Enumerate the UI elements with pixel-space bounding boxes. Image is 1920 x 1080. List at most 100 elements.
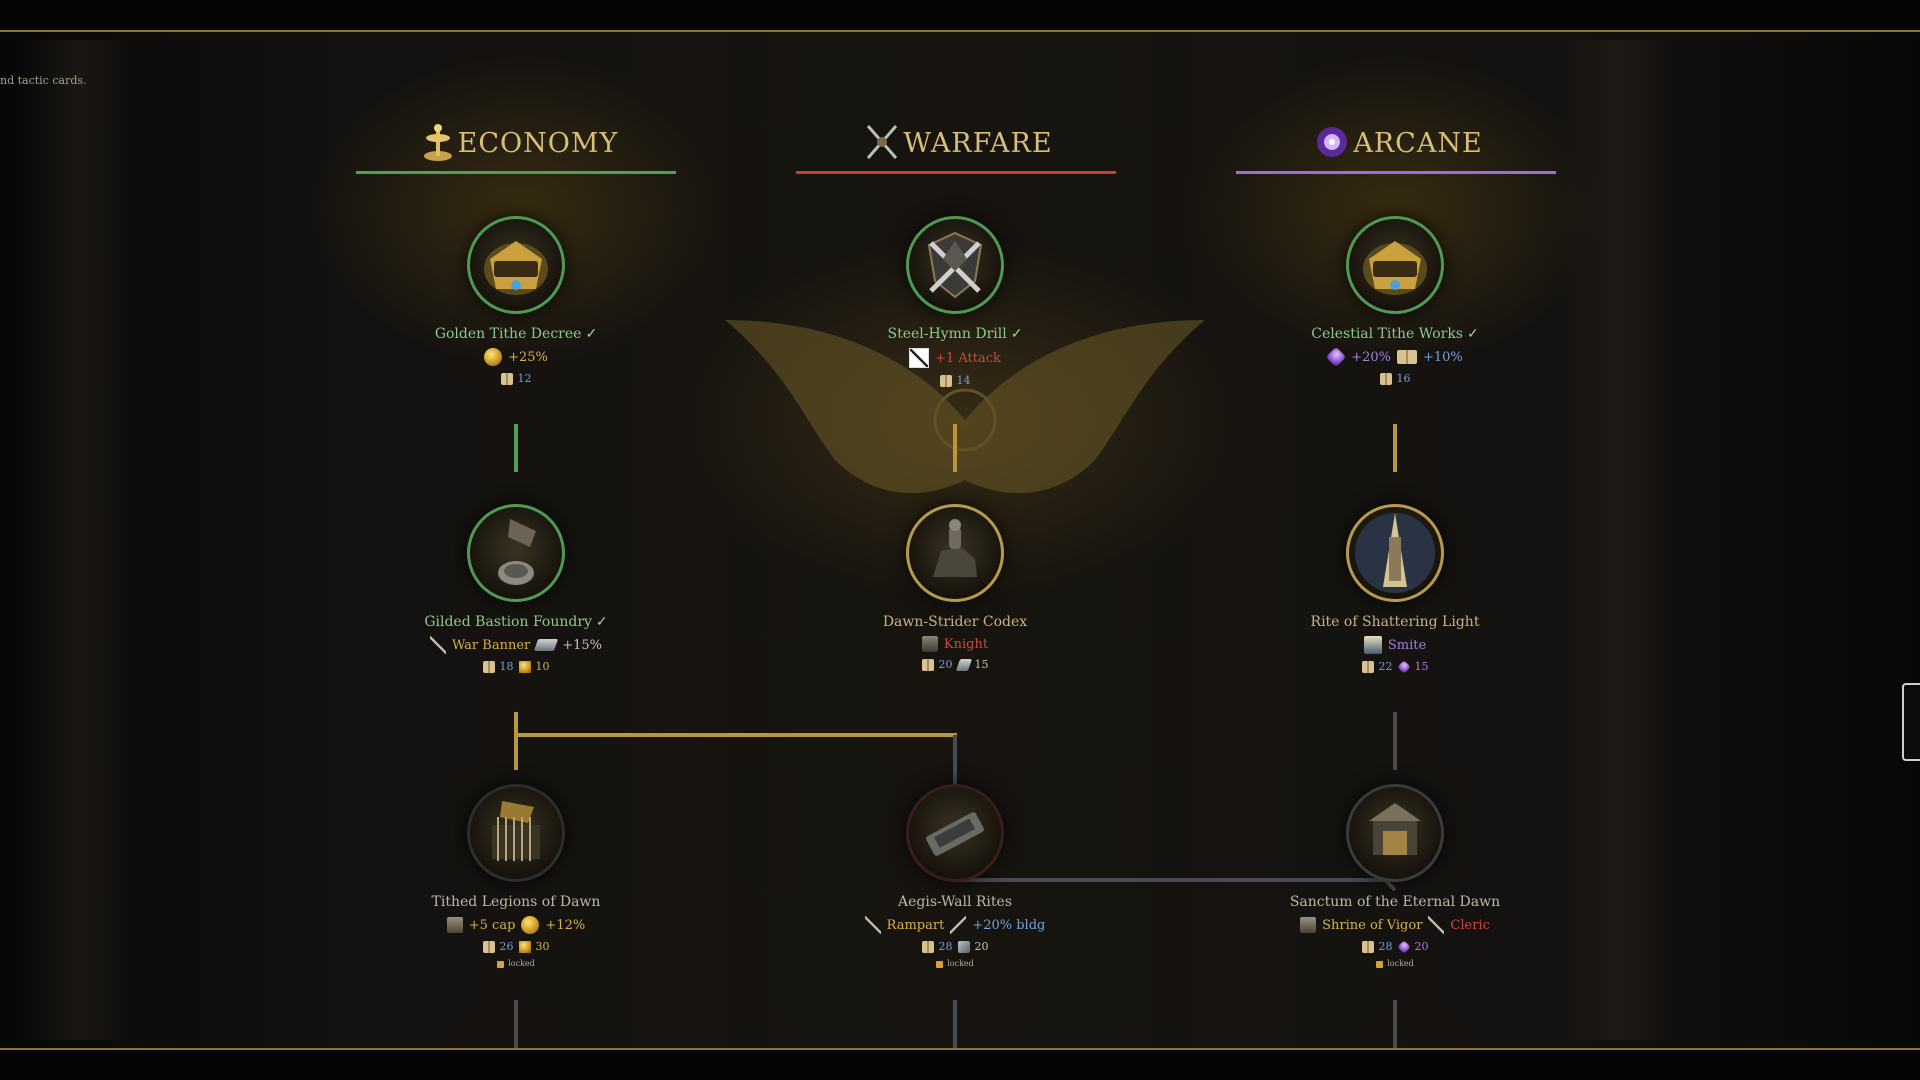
tech-effects: +25% (336, 348, 696, 366)
book-icon (482, 660, 495, 673)
gold-coin-icon (484, 348, 503, 366)
tech-cost: 16 (1215, 372, 1575, 385)
padlock-icon (1376, 960, 1384, 968)
effect-text: +25% (508, 349, 548, 365)
tech-medallion[interactable] (1346, 784, 1444, 882)
tech-name: Rite of Shattering Light (1310, 614, 1480, 630)
tech-node-sanctum-of-the-eternal-dawn[interactable]: Sanctum of the Eternal Dawn Shrine of Vi… (1215, 784, 1575, 968)
cost-value: 28 (938, 940, 953, 953)
padlock-icon (936, 960, 944, 968)
column-title: ECONOMY (457, 128, 619, 159)
book-icon (921, 940, 934, 953)
tech-effects: War Banner +15% (336, 636, 696, 654)
pillar-left (20, 40, 140, 1040)
game-logo-icon (484, 241, 548, 295)
cost-value: 20 (1414, 940, 1429, 953)
cleric-icon (1428, 916, 1445, 934)
effect-text: +1 Attack (935, 350, 1001, 366)
cost-value: 26 (499, 940, 514, 953)
effect-text: Rampart (886, 917, 945, 933)
tech-name: Golden Tithe Decree (434, 326, 582, 342)
mana-gem-icon (1396, 659, 1411, 674)
cost-value: 10 (535, 660, 550, 673)
tech-node-golden-tithe-decree[interactable]: Golden Tithe Decree ✓ +25% 12 (336, 216, 696, 385)
tech-effects: Rampart +20% bldg (775, 916, 1135, 934)
tech-cost: 12 (336, 372, 696, 385)
column-header-warfare[interactable]: WARFARE (796, 118, 1116, 174)
effect-text: Smite (1387, 637, 1427, 653)
foundry-icon (498, 519, 536, 585)
tech-node-rite-of-shattering-light[interactable]: Rite of Shattering Light Smite 22 15 (1215, 504, 1575, 674)
tech-cost: 26 30 (336, 940, 696, 953)
smite-icon (1363, 636, 1382, 654)
knight-icon (921, 636, 938, 652)
locked-label: locked (1387, 959, 1414, 968)
sanctum-shrine-icon (1369, 803, 1421, 855)
book-icon (921, 658, 934, 671)
column-underline (796, 171, 1116, 174)
shield-swords-icon (927, 231, 983, 299)
cost-value: 15 (1414, 660, 1429, 673)
tech-medallion[interactable] (1346, 216, 1444, 314)
effect-text: +20% (1351, 349, 1391, 365)
intro-text-fragment: nd tactic cards. (0, 74, 87, 87)
effect-text: War Banner (451, 637, 531, 653)
book-icon (1397, 350, 1417, 364)
cost-value: 22 (1378, 660, 1393, 673)
cost-value: 12 (517, 372, 532, 385)
column-header-economy[interactable]: ECONOMY (356, 118, 676, 174)
cost-value: 14 (956, 374, 971, 387)
researched-check-icon: ✓ (585, 326, 598, 342)
gold-coin-icon (518, 660, 531, 673)
tech-medallion[interactable] (1346, 504, 1444, 602)
tech-effects: Smite (1215, 636, 1575, 654)
tech-node-tithed-legions-of-dawn[interactable]: Tithed Legions of Dawn +5 cap +12% 26 30… (336, 784, 696, 968)
column-title: WARFARE (903, 128, 1053, 159)
tech-effects: +5 cap +12% (336, 916, 696, 934)
tech-medallion[interactable] (467, 216, 565, 314)
locked-status: locked (775, 959, 1135, 968)
tech-node-celestial-tithe-works[interactable]: Celestial Tithe Works ✓ +20% +10% 16 (1215, 216, 1575, 385)
cost-value: 18 (499, 660, 514, 673)
effect-text: +10% (1423, 349, 1463, 365)
book-icon (939, 374, 952, 387)
effect-text: +12% (545, 917, 586, 933)
column-header-arcane[interactable]: ARCANE (1236, 118, 1556, 174)
rampart-icon (864, 916, 881, 934)
tech-medallion[interactable] (906, 216, 1004, 314)
legion-banner-icon (492, 801, 540, 861)
tech-medallion[interactable] (906, 784, 1004, 882)
effect-text: Shrine of Vigor (1322, 917, 1423, 933)
tech-name: Tithed Legions of Dawn (431, 894, 601, 910)
tech-medallion[interactable] (906, 504, 1004, 602)
tech-effects: +1 Attack (775, 348, 1135, 368)
locked-label: locked (947, 959, 974, 968)
side-panel-tab[interactable] (1902, 683, 1920, 761)
researched-check-icon: ✓ (595, 614, 608, 630)
gold-coin-icon (521, 916, 540, 934)
mana-gem-icon (1396, 939, 1411, 954)
attack-icon (909, 348, 930, 368)
iron-ingot-icon (534, 639, 559, 651)
column-title: ARCANE (1353, 128, 1483, 159)
tech-node-gilded-bastion-foundry[interactable]: Gilded Bastion Foundry ✓ War Banner +15% … (336, 504, 696, 673)
tech-medallion[interactable] (467, 504, 565, 602)
tech-name: Sanctum of the Eternal Dawn (1289, 894, 1501, 910)
tech-medallion[interactable] (467, 784, 565, 882)
effect-text: +15% (562, 637, 603, 653)
effect-text: Cleric (1450, 917, 1490, 933)
stone-icon (957, 940, 970, 953)
effect-text: Knight (943, 636, 989, 652)
cost-value: 28 (1378, 940, 1393, 953)
tech-cost: 28 20 (1215, 939, 1575, 954)
column-underline (1236, 171, 1556, 174)
tech-node-aegis-wall-rites[interactable]: Aegis-Wall Rites Rampart +20% bldg 28 20… (775, 784, 1135, 968)
researched-check-icon: ✓ (1467, 326, 1479, 342)
tech-node-dawn-strider-codex[interactable]: Dawn-Strider Codex Knight 20 15 (775, 504, 1135, 671)
tech-name: Gilded Bastion Foundry (424, 614, 592, 630)
light-pillar-icon (1355, 513, 1435, 593)
tech-node-steel-hymn-drill[interactable]: Steel-Hymn Drill ✓ +1 Attack 14 (775, 216, 1135, 387)
book-icon (1379, 372, 1392, 385)
gold-coin-icon (518, 940, 531, 953)
iron-ingot-icon (955, 658, 972, 671)
